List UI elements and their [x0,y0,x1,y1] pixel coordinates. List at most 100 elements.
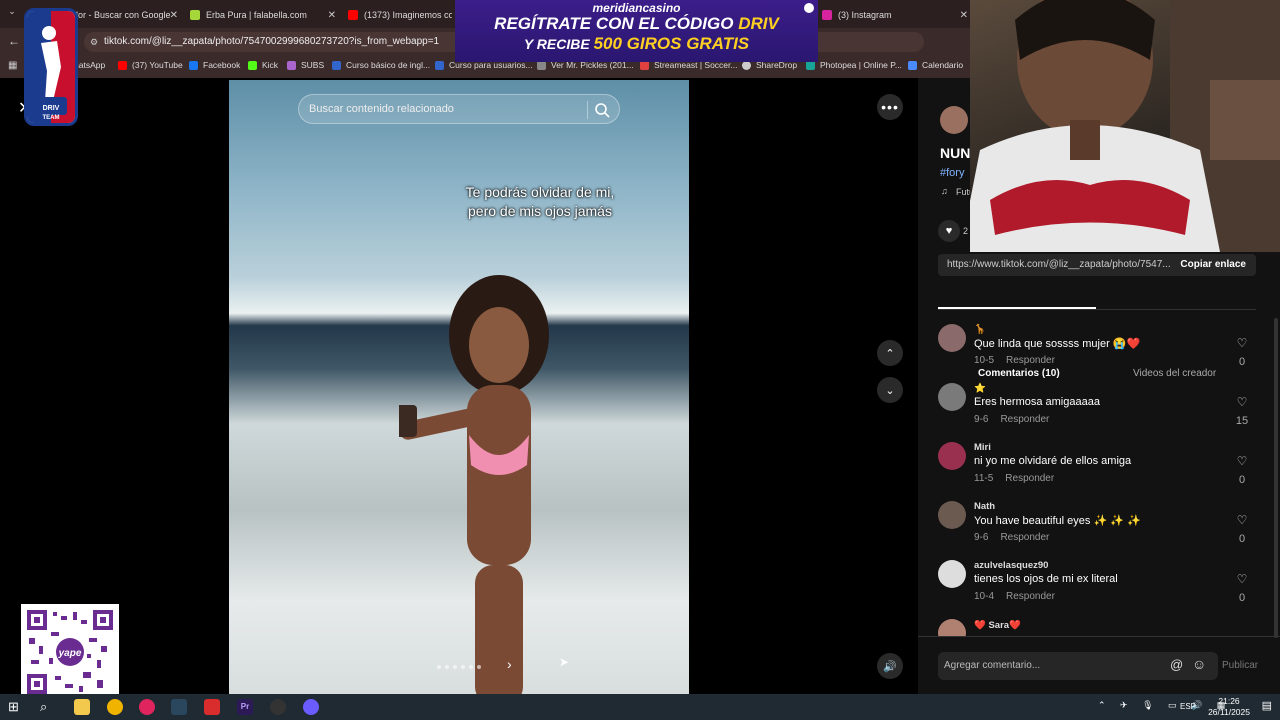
bookmark-subs[interactable]: SUBS [287,60,324,70]
comment-text: tienes los ojos de mi ex literal [974,573,1118,585]
messenger-icon[interactable] [303,699,319,715]
yape-qr-code: yape [21,604,119,700]
list-item: ⭐ Eres hermosa amigaaaaa 9-6 Responder ♡ … [938,383,1254,441]
close-icon[interactable]: ✕ [960,10,968,21]
search-icon[interactable]: ⌕ [40,699,56,715]
copy-link-button[interactable]: Copiar enlace [1180,259,1246,270]
clock-date: 26/11/2025 [1208,707,1250,717]
file-explorer-icon[interactable] [74,699,90,715]
site-info-icon[interactable]: ⚙ [90,32,98,52]
comment-author[interactable]: azulvelasquez90 [974,560,1048,571]
avatar[interactable] [938,619,966,636]
comment-date: 10-5 [974,355,995,366]
comment-author[interactable]: Miri [974,442,991,453]
notifications-icon[interactable]: ▤ [1262,699,1272,712]
bookmark-label: Kick [262,60,279,70]
tab-youtube[interactable]: (1373) Imaginemos cosa [348,4,452,26]
add-comment-placeholder: Agregar comentario... [944,660,1041,671]
svg-text:TEAM: TEAM [43,115,60,121]
avatar[interactable] [938,560,966,588]
language-indicator[interactable]: ESP [1180,702,1196,711]
author-avatar[interactable] [940,106,968,134]
reply-button[interactable]: Responder [1006,355,1055,366]
list-item-clip: ❤️ Sara❤️ [918,618,1278,636]
qr-graphic: yape [27,610,113,694]
mention-icon[interactable]: @ [1170,657,1183,672]
youtube-icon [118,60,127,70]
premiere-icon[interactable]: Pr [237,699,253,715]
close-icon[interactable]: ✕ [170,10,178,21]
ad-line-1: REGÍTRATE CON EL CÓDIGO [494,14,734,33]
reply-button[interactable]: Responder [1000,414,1049,425]
bookmark-kick[interactable]: Kick [248,60,278,70]
reply-button[interactable]: Responder [1006,591,1055,602]
back-icon[interactable]: ← [8,34,20,48]
tab-search-button[interactable]: ⌄ [4,6,20,22]
more-options-button[interactable]: ••• [877,94,903,120]
start-icon[interactable]: ⊞ [8,699,24,715]
related-search-input[interactable]: Buscar contenido relacionado [298,94,620,124]
volume-button[interactable]: 🔊 [877,653,903,679]
next-slide-icon[interactable]: › [507,656,512,672]
comment-author[interactable]: 🦒 [974,324,986,335]
bookmark-label: Facebook [203,60,241,70]
avatar[interactable] [938,501,966,529]
bookmark-facebook[interactable]: Facebook [189,60,240,70]
emoji-icon[interactable]: ☺ [1192,656,1206,672]
reply-button[interactable]: Responder [1005,473,1054,484]
like-count: 2 [963,226,969,236]
comment-author[interactable]: ❤️ Sara❤️ [974,620,1021,631]
bookmark-label: SUBS [301,60,325,70]
heart-icon[interactable]: ♡ [1234,336,1250,350]
heart-icon[interactable]: ♡ [1234,454,1250,468]
clock[interactable]: 21:26 26/11/2025 [1208,696,1250,718]
heart-icon[interactable]: ♡ [1234,513,1250,527]
avatar[interactable] [938,324,966,352]
comment-text: Eres hermosa amigaaaaa [974,396,1100,408]
comment-author[interactable]: ⭐ [974,383,986,394]
previous-post-button[interactable]: ⌃ [877,340,903,366]
publish-button[interactable]: Publicar [1222,660,1258,671]
media-player-icon[interactable] [139,699,155,715]
facebook-icon [189,60,198,70]
post-hashtag[interactable]: #fory [940,167,964,179]
list-item: Miri ni yo me olvidaré de ellos amiga 11… [938,442,1254,500]
post-photo[interactable]: › [229,80,689,694]
tab-falabella[interactable]: Erba Pura | falabella.com ✕ [190,4,336,26]
bookmark-calendario[interactable]: Calendario [908,60,963,70]
bookmark-whatsapp[interactable]: hatsApp [74,60,105,70]
heart-icon[interactable]: ♡ [1234,395,1250,409]
heart-icon[interactable]: ♡ [1234,572,1250,586]
chrome-icon[interactable] [107,699,123,715]
more-icon: ••• [881,99,899,115]
bookmark-icon [332,60,341,70]
panel-scrollbar[interactable] [1274,318,1278,638]
app-icon[interactable] [204,699,220,715]
avatar[interactable] [938,442,966,470]
next-post-button[interactable]: ⌄ [877,377,903,403]
ad-offer: 500 GIROS GRATIS [593,34,750,53]
obs-icon[interactable] [270,699,286,715]
comment-like-count: 15 [1235,415,1249,427]
bookmark-label: hatsApp [74,60,106,70]
comment-author[interactable]: Nath [974,501,995,512]
bookmark-youtube[interactable]: (37) YouTube [118,60,183,70]
bookmark-photopea[interactable]: Photopea | Online P... [806,60,902,70]
avatar[interactable] [938,383,966,411]
apps-icon[interactable]: ▦ [8,60,17,71]
like-post-button[interactable]: ♥ [938,220,960,242]
qr-label: yape [58,648,82,659]
share-link-text[interactable]: https://www.tiktok.com/@liz__zapata/phot… [947,259,1171,270]
comment-like-count: 0 [1238,474,1246,486]
casino-ad-banner[interactable]: meridiancasino REGÍTRATE CON EL CÓDIGO D… [455,0,818,62]
bookmark-curso-ingles[interactable]: Curso básico de ingl... [332,60,430,70]
ad-brand: meridiancasino [592,1,681,15]
tab-instagram[interactable]: (3) Instagram ✕ [822,4,968,26]
search-icon[interactable] [591,99,613,121]
speaker-icon: 🔊 [883,660,897,673]
close-icon[interactable]: ✕ [328,10,336,21]
reply-button[interactable]: Responder [1000,532,1049,543]
steam-icon[interactable] [171,699,187,715]
add-comment-input[interactable]: Agregar comentario... @ ☺ [938,652,1218,680]
subs-icon [287,60,296,70]
